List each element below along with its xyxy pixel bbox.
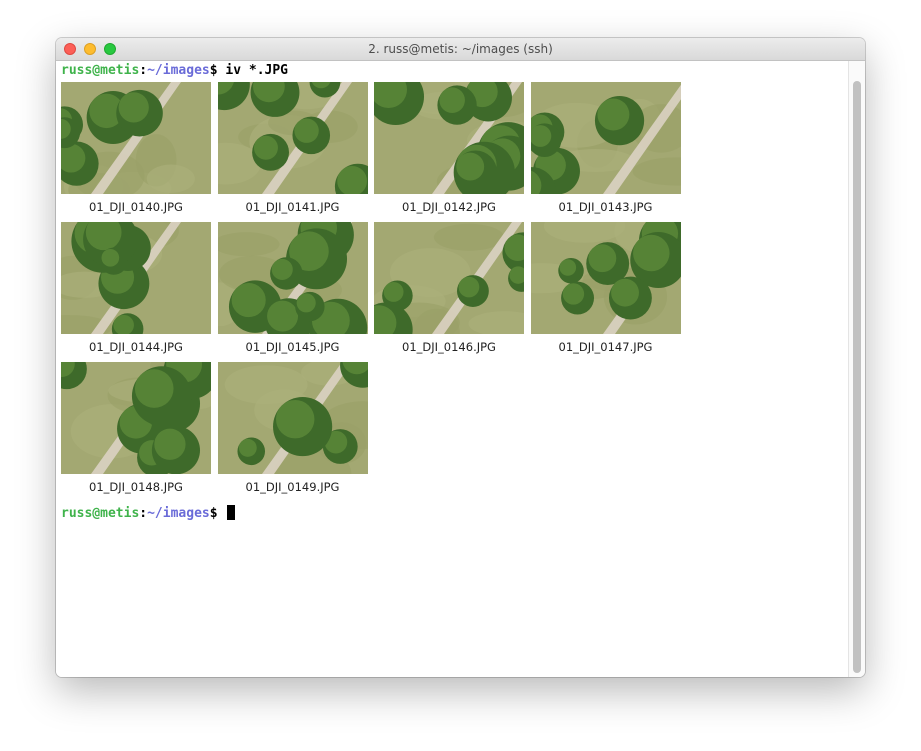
image-thumbnail[interactable] <box>61 362 211 474</box>
aerial-photo <box>61 222 211 334</box>
terminal-window: 2. russ@metis: ~/images (ssh) russ@metis… <box>56 38 865 677</box>
prompt-dollar: $ <box>209 63 218 78</box>
aerial-photo <box>217 222 368 334</box>
image-filename: 01_DJI_0148.JPG <box>89 480 183 494</box>
scrollbar[interactable] <box>848 61 865 677</box>
window-title: 2. russ@metis: ~/images (ssh) <box>368 42 553 56</box>
image-thumbnail[interactable] <box>217 82 368 194</box>
image-thumbnail[interactable] <box>374 82 524 194</box>
image-thumbnail[interactable] <box>530 222 681 334</box>
image-filename: 01_DJI_0142.JPG <box>402 200 496 214</box>
image-tile[interactable]: 01_DJI_0149.JPG <box>217 362 368 494</box>
image-thumbnail[interactable] <box>217 222 368 334</box>
prompt-path: ~/images <box>147 63 210 78</box>
image-filename: 01_DJI_0143.JPG <box>558 200 653 214</box>
aerial-photo <box>61 362 211 474</box>
image-tile[interactable]: 01_DJI_0147.JPG <box>530 222 681 354</box>
aerial-photo <box>217 362 368 474</box>
title-bar[interactable]: 2. russ@metis: ~/images (ssh) <box>56 38 865 61</box>
prompt-user: russ@metis <box>61 63 140 78</box>
image-tile[interactable]: 01_DJI_0145.JPG <box>217 222 368 354</box>
image-tile[interactable]: 01_DJI_0148.JPG <box>61 362 211 494</box>
prompt-dollar: $ <box>209 506 226 521</box>
image-tile[interactable]: 01_DJI_0140.JPG <box>61 82 211 214</box>
image-filename: 01_DJI_0140.JPG <box>89 200 183 214</box>
aerial-photo <box>530 82 681 194</box>
image-thumbnail[interactable] <box>217 362 368 474</box>
prompt-user: russ@metis <box>61 506 140 521</box>
image-thumbnail[interactable] <box>374 222 524 334</box>
image-filename: 01_DJI_0146.JPG <box>402 340 496 354</box>
image-thumbnail[interactable] <box>530 82 681 194</box>
image-tile[interactable]: 01_DJI_0143.JPG <box>530 82 681 214</box>
terminal-content[interactable]: russ@metis:~/images$ iv *.JPG 01_DJI_014… <box>56 61 849 677</box>
prompt-line-1: russ@metis:~/images$ iv *.JPG <box>61 63 288 79</box>
image-thumbnail[interactable] <box>61 222 211 334</box>
command-text: iv *.JPG <box>217 63 289 78</box>
image-filename: 01_DJI_0145.JPG <box>245 340 340 354</box>
aerial-photo <box>61 82 211 194</box>
scrollbar-thumb[interactable] <box>853 81 861 673</box>
image-tile[interactable]: 01_DJI_0141.JPG <box>217 82 368 214</box>
prompt-colon: : <box>139 506 148 521</box>
aerial-photo <box>374 222 524 334</box>
text-cursor <box>227 505 236 520</box>
image-filename: 01_DJI_0141.JPG <box>245 200 340 214</box>
prompt-line-2: russ@metis:~/images$ <box>61 505 236 522</box>
aerial-photo <box>374 82 524 194</box>
aerial-photo <box>530 222 681 334</box>
image-tile[interactable]: 01_DJI_0146.JPG <box>374 222 524 354</box>
image-filename: 01_DJI_0147.JPG <box>558 340 653 354</box>
aerial-photo <box>217 82 368 194</box>
prompt-colon: : <box>139 63 148 78</box>
prompt-path: ~/images <box>147 506 210 521</box>
image-filename: 01_DJI_0144.JPG <box>89 340 183 354</box>
image-thumbnail[interactable] <box>61 82 211 194</box>
image-tile[interactable]: 01_DJI_0142.JPG <box>374 82 524 214</box>
image-tile[interactable]: 01_DJI_0144.JPG <box>61 222 211 354</box>
image-filename: 01_DJI_0149.JPG <box>245 480 340 494</box>
